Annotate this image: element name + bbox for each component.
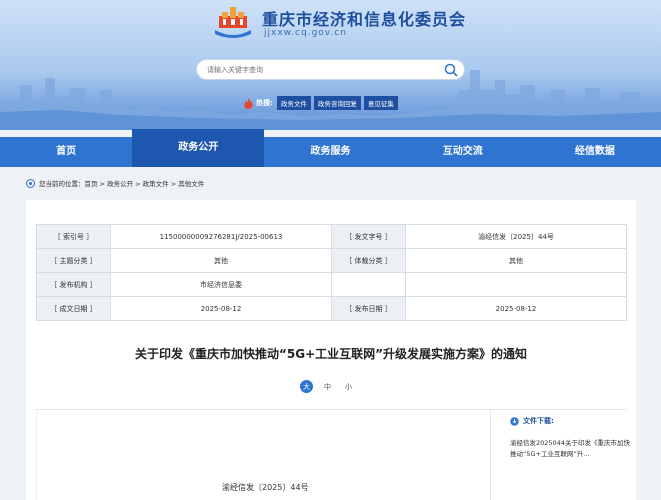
hot-tag-policy-docs[interactable]: 政务文件 [276,96,311,110]
table-row: ［ 发布机构 ］ 市经济信息委 [36,272,627,297]
document-body: 渝经信发〔2025〕44号 [36,410,491,500]
nav-gov-affairs[interactable]: 政务公开 [132,129,265,167]
site-domain: jjxxw.cq.gov.cn [264,28,347,38]
table-row: ［ 成文日期 ］ 2025-08-12 ［ 发布日期 ］ 2025-08-12 [36,296,627,321]
table-row: ［ 主题分类 ］ 其他 ［ 体裁分类 ］ 其他 [36,248,627,273]
document-meta-table: ［ 索引号 ］ 11500000009276281J/2025-00613 ［ … [36,224,627,321]
hot-tag-consult-reply[interactable]: 政务咨询回复 [313,96,361,110]
download-icon [510,416,519,426]
meta-value: 2025-08-12 [110,296,332,321]
meta-value: 2025-08-12 [405,296,627,321]
meta-key: ［ 主题分类 ］ [36,248,111,273]
meta-key: ［ 索引号 ］ [36,224,111,249]
meta-key: ［ 发布机构 ］ [36,272,111,297]
search-icon[interactable] [444,63,458,77]
location-icon [26,178,35,188]
nav-interaction[interactable]: 互动交流 [397,137,529,167]
article-panel: ［ 索引号 ］ 11500000009276281J/2025-00613 ［ … [26,200,636,500]
meta-value: 市经济信息委 [110,272,332,297]
flame-icon [244,97,253,109]
main-nav: 首页 政务公开 政务服务 互动交流 经信数据 [0,129,661,167]
font-size-large-button[interactable]: 大 [300,380,313,393]
document-number: 渝经信发〔2025〕44号 [222,483,309,492]
search-input[interactable] [205,62,440,78]
meta-key: ［ 体裁分类 ］ [331,248,406,273]
font-size-small-button[interactable]: 小 [342,380,355,393]
meta-key: ［ 发文字号 ］ [331,224,406,249]
header-banner: 重庆市经济和信息化委员会 jjxxw.cq.gov.cn 热搜: 政务文件 政务… [0,0,661,130]
meta-value-empty [405,272,627,297]
hot-search-label: 热搜: [256,99,273,107]
meta-key: ［ 成文日期 ］ [36,296,111,321]
nav-gov-services[interactable]: 政务服务 [264,137,396,167]
font-size-medium-button[interactable]: 中 [321,380,334,393]
meta-key: ［ 发布日期 ］ [331,296,406,321]
search-box [196,59,465,80]
hot-search-bar: 热搜: 政务文件 政务咨询回复 意见征集 [244,96,401,110]
site-title[interactable]: 重庆市经济和信息化委员会 [262,6,466,30]
emblem-logo-icon [215,7,251,38]
breadcrumb: 您当前的位置：首页 > 政务公开 > 政策文件 > 其他文件 [26,178,204,188]
nav-home[interactable]: 首页 [0,137,132,167]
meta-value: 其他 [110,248,332,273]
document-title: 关于印发《重庆市加快推动“5G+工业互联网”升级发展实施方案》的通知 [134,347,528,361]
hot-tag-opinion[interactable]: 意见征集 [363,96,398,110]
download-heading-text: 文件下载: [523,417,554,425]
download-sidebar: 文件下载: 渝经信发2025044关于印发《重庆市加快推动“5G+工业互联网”升… [496,416,632,460]
download-heading: 文件下载: [510,416,632,426]
font-size-switcher: 大 中 小 [296,380,359,393]
meta-value: 11500000009276281J/2025-00613 [110,224,332,249]
meta-key-empty [331,272,406,297]
download-file-link[interactable]: 渝经信发2025044关于印发《重庆市加快推动“5G+工业互联网”升... [510,438,630,460]
meta-value: 其他 [405,248,627,273]
meta-value: 渝经信发〔2025〕44号 [405,224,627,249]
table-row: ［ 索引号 ］ 11500000009276281J/2025-00613 ［ … [36,224,627,249]
breadcrumb-text[interactable]: 您当前的位置：首页 > 政务公开 > 政策文件 > 其他文件 [39,178,204,188]
nav-data[interactable]: 经信数据 [529,137,661,167]
